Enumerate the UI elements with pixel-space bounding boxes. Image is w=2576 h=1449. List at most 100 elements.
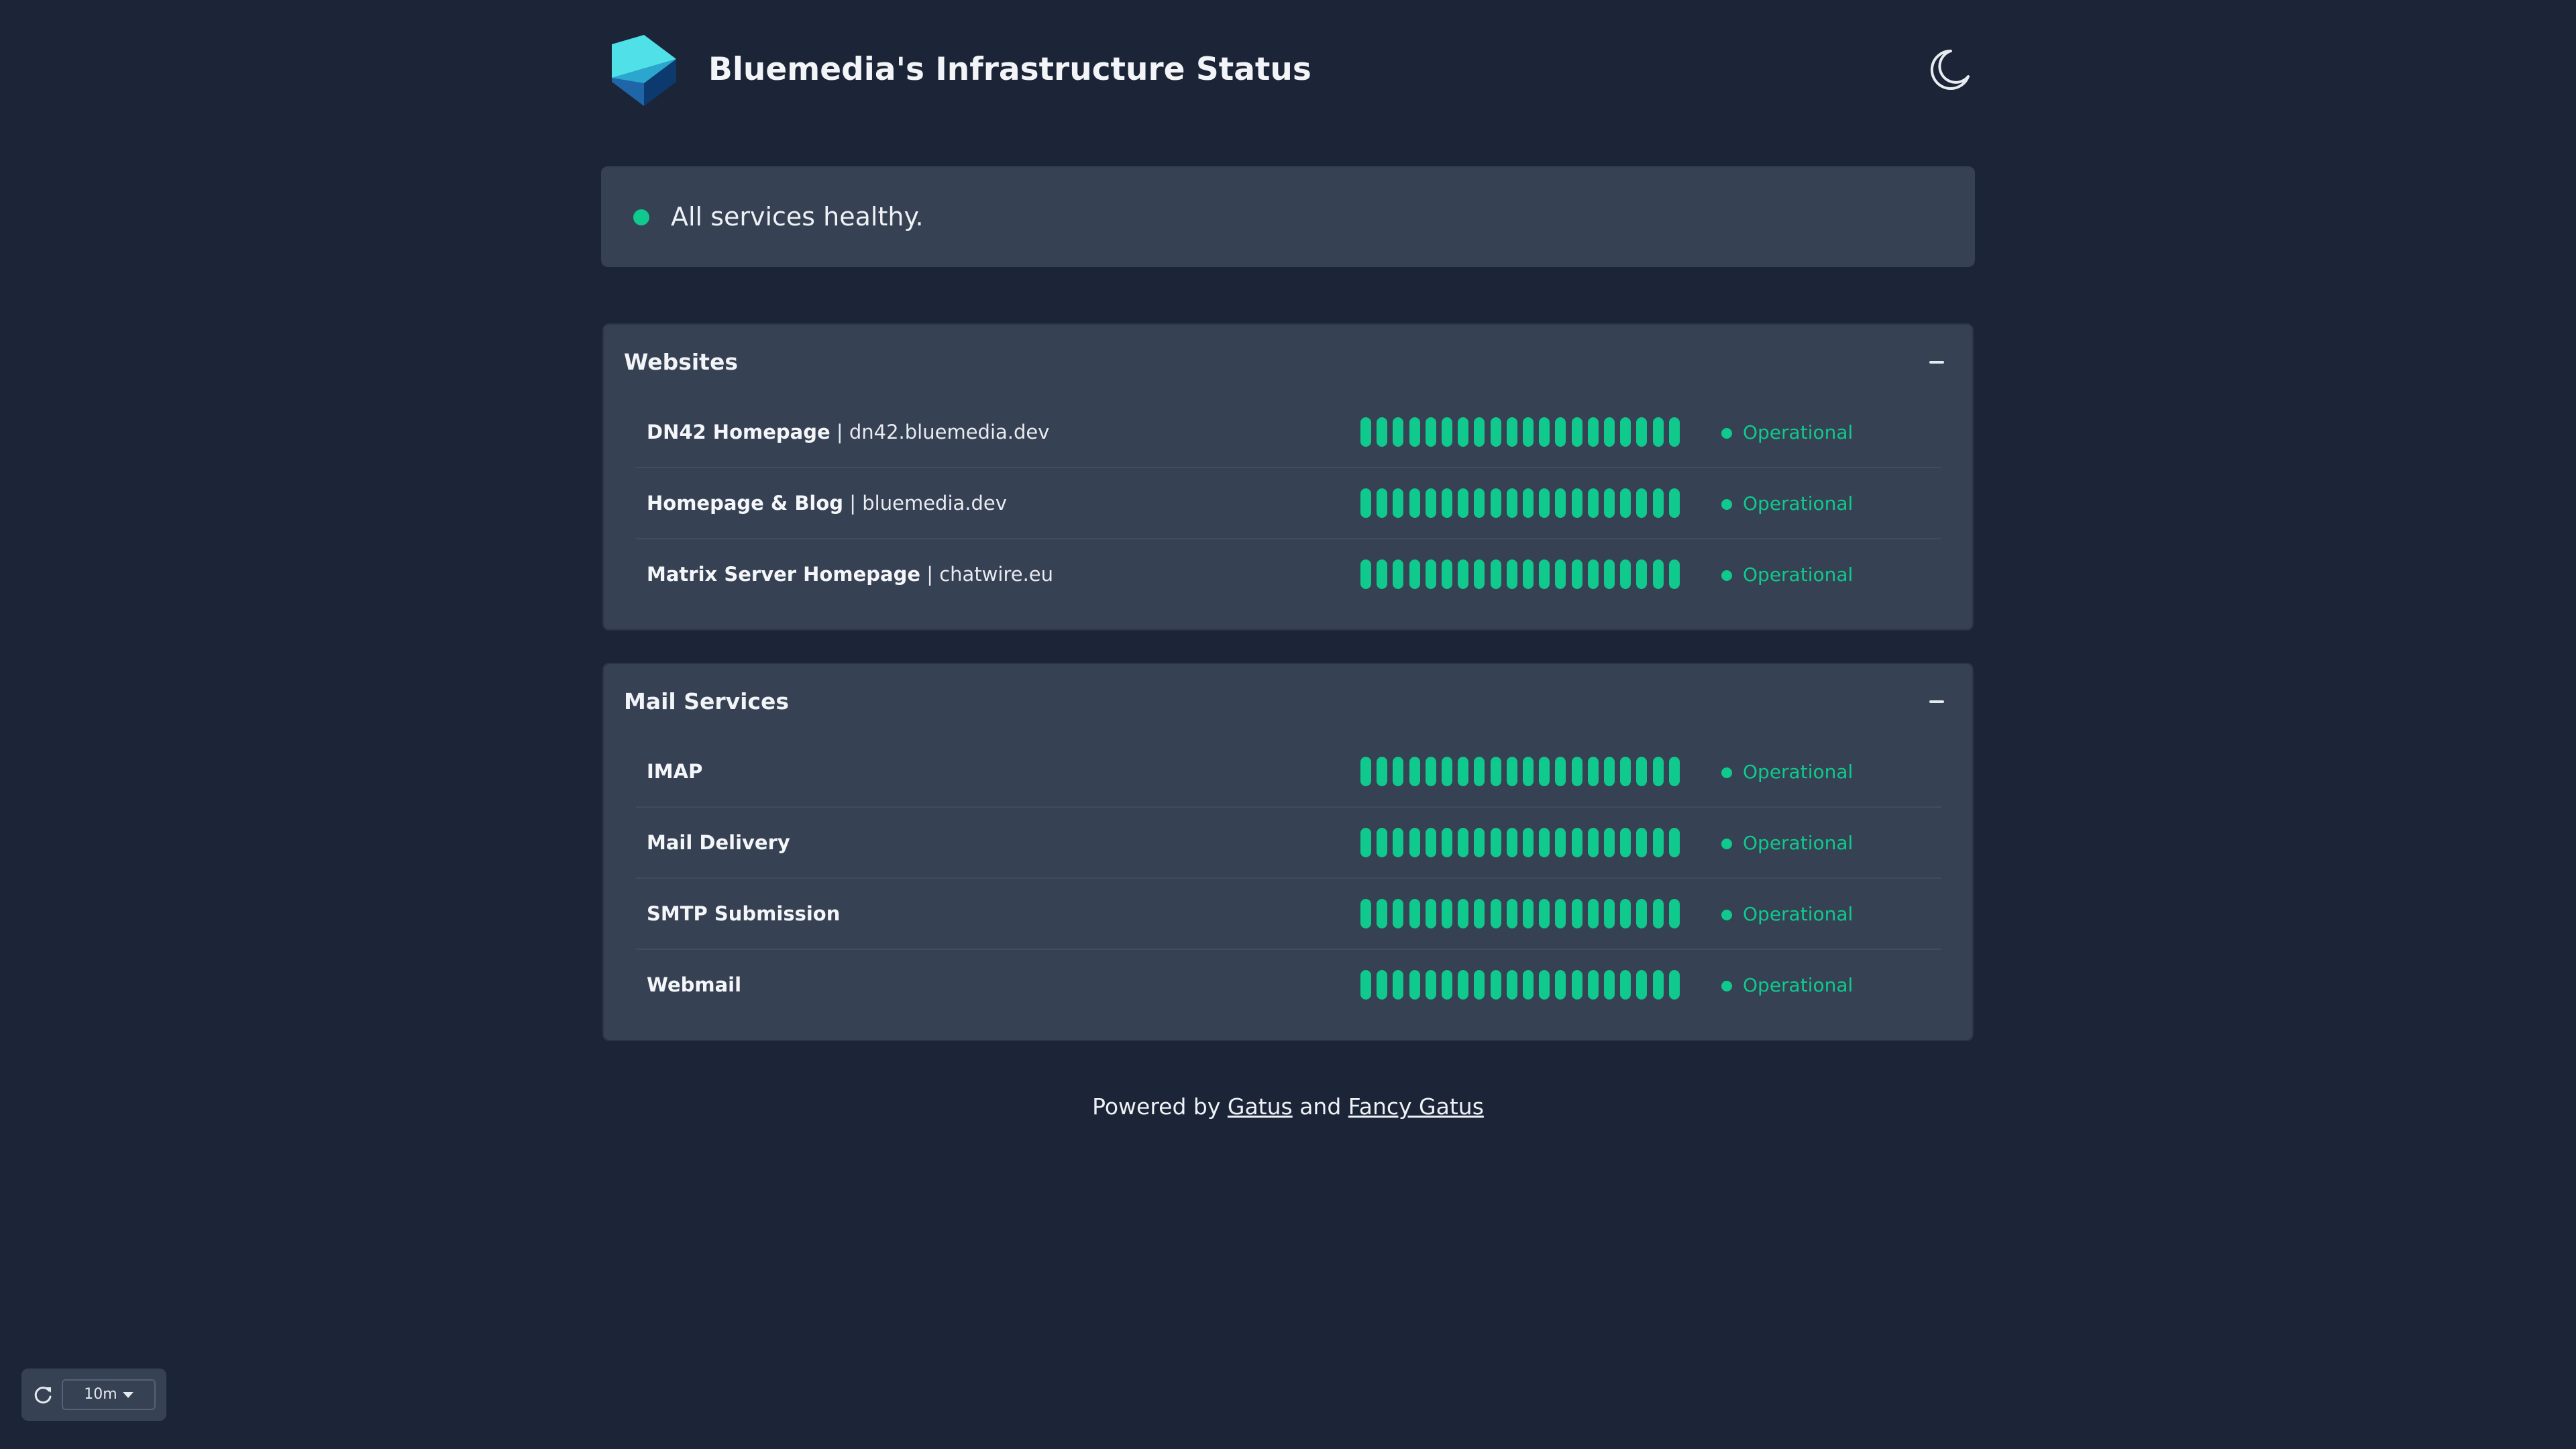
uptime-bar[interactable] (1360, 417, 1371, 447)
endpoint-row[interactable]: Homepage & Blog | bluemedia.dev Operation… (636, 468, 1941, 539)
uptime-bar[interactable] (1668, 488, 1680, 518)
uptime-bar[interactable] (1668, 417, 1680, 447)
uptime-bar[interactable] (1506, 757, 1517, 786)
uptime-bar[interactable] (1587, 828, 1599, 857)
uptime-bar[interactable] (1360, 559, 1371, 589)
uptime-bar[interactable] (1587, 559, 1599, 589)
uptime-bar[interactable] (1360, 757, 1371, 786)
uptime-bar[interactable] (1636, 828, 1648, 857)
uptime-bar[interactable] (1393, 757, 1404, 786)
uptime-bar[interactable] (1652, 899, 1664, 928)
uptime-bar[interactable] (1604, 899, 1615, 928)
uptime-bar[interactable] (1377, 757, 1388, 786)
uptime-bar[interactable] (1636, 970, 1648, 1000)
uptime-bar[interactable] (1571, 970, 1582, 1000)
uptime-bar[interactable] (1442, 559, 1452, 589)
uptime-bar[interactable] (1458, 828, 1469, 857)
uptime-bar[interactable] (1523, 828, 1534, 857)
uptime-bar[interactable] (1490, 970, 1501, 1000)
uptime-bar[interactable] (1620, 828, 1631, 857)
endpoint-row[interactable]: SMTP Submission Operational (636, 879, 1941, 950)
uptime-bar[interactable] (1571, 559, 1582, 589)
uptime-bar[interactable] (1652, 757, 1664, 786)
uptime-bar[interactable] (1523, 970, 1534, 1000)
uptime-bar[interactable] (1539, 559, 1550, 589)
uptime-bar[interactable] (1474, 899, 1485, 928)
uptime-bar[interactable] (1409, 970, 1420, 1000)
uptime-bar[interactable] (1539, 757, 1550, 786)
uptime-bar[interactable] (1555, 970, 1566, 1000)
uptime-bar[interactable] (1571, 828, 1582, 857)
uptime-bar[interactable] (1442, 899, 1452, 928)
uptime-bar[interactable] (1360, 488, 1371, 518)
uptime-bar[interactable] (1409, 899, 1420, 928)
uptime-bar[interactable] (1458, 488, 1469, 518)
uptime-bar[interactable] (1425, 970, 1436, 1000)
uptime-bar[interactable] (1506, 970, 1517, 1000)
uptime-bar[interactable] (1506, 488, 1517, 518)
uptime-bar[interactable] (1587, 417, 1599, 447)
uptime-bar[interactable] (1523, 899, 1534, 928)
uptime-bar[interactable] (1620, 559, 1631, 589)
moon-icon[interactable] (1921, 43, 1975, 97)
uptime-bar[interactable] (1652, 970, 1664, 1000)
uptime-bar[interactable] (1442, 488, 1452, 518)
uptime-bar[interactable] (1587, 899, 1599, 928)
uptime-bar[interactable] (1604, 757, 1615, 786)
uptime-bar[interactable] (1490, 899, 1501, 928)
uptime-bar[interactable] (1409, 757, 1420, 786)
uptime-bar[interactable] (1571, 417, 1582, 447)
uptime-bar[interactable] (1474, 970, 1485, 1000)
endpoint-row[interactable]: IMAP Operational (636, 737, 1941, 808)
uptime-bar[interactable] (1360, 828, 1371, 857)
uptime-bar[interactable] (1571, 899, 1582, 928)
uptime-bar[interactable] (1620, 757, 1631, 786)
refresh-interval-select[interactable]: 10m (62, 1379, 156, 1410)
uptime-bar[interactable] (1604, 559, 1615, 589)
uptime-bar[interactable] (1393, 828, 1404, 857)
uptime-bar[interactable] (1377, 417, 1388, 447)
uptime-bar[interactable] (1668, 828, 1680, 857)
uptime-bar[interactable] (1571, 757, 1582, 786)
uptime-bar[interactable] (1506, 417, 1517, 447)
uptime-bar[interactable] (1636, 757, 1648, 786)
uptime-bar[interactable] (1571, 488, 1582, 518)
uptime-bar[interactable] (1425, 757, 1436, 786)
uptime-bar[interactable] (1652, 417, 1664, 447)
uptime-bar[interactable] (1393, 970, 1404, 1000)
uptime-bar[interactable] (1604, 417, 1615, 447)
endpoint-row[interactable]: Mail Delivery Operational (636, 808, 1941, 879)
uptime-bar[interactable] (1442, 417, 1452, 447)
uptime-bar[interactable] (1490, 828, 1501, 857)
uptime-bar[interactable] (1425, 899, 1436, 928)
gatus-link[interactable]: Gatus (1228, 1093, 1293, 1120)
uptime-bar[interactable] (1539, 970, 1550, 1000)
uptime-bar[interactable] (1668, 559, 1680, 589)
uptime-bar[interactable] (1636, 899, 1648, 928)
uptime-bar[interactable] (1555, 757, 1566, 786)
uptime-bar[interactable] (1652, 488, 1664, 518)
endpoint-row[interactable]: Webmail Operational (636, 950, 1941, 1021)
uptime-bar[interactable] (1555, 559, 1566, 589)
uptime-bar[interactable] (1393, 559, 1404, 589)
uptime-bar[interactable] (1442, 970, 1452, 1000)
uptime-bar[interactable] (1458, 899, 1469, 928)
uptime-bar[interactable] (1636, 559, 1648, 589)
uptime-bar[interactable] (1425, 828, 1436, 857)
uptime-bar[interactable] (1555, 899, 1566, 928)
uptime-bar[interactable] (1442, 757, 1452, 786)
uptime-bar[interactable] (1474, 828, 1485, 857)
uptime-bar[interactable] (1360, 970, 1371, 1000)
uptime-bar[interactable] (1539, 417, 1550, 447)
uptime-bar[interactable] (1425, 488, 1436, 518)
uptime-bar[interactable] (1490, 488, 1501, 518)
uptime-bar[interactable] (1377, 828, 1388, 857)
uptime-bar[interactable] (1506, 899, 1517, 928)
uptime-bar[interactable] (1474, 417, 1485, 447)
uptime-bar[interactable] (1409, 559, 1420, 589)
uptime-bar[interactable] (1539, 899, 1550, 928)
uptime-bar[interactable] (1393, 899, 1404, 928)
uptime-bar[interactable] (1377, 559, 1388, 589)
uptime-bar[interactable] (1458, 417, 1469, 447)
uptime-bar[interactable] (1539, 488, 1550, 518)
